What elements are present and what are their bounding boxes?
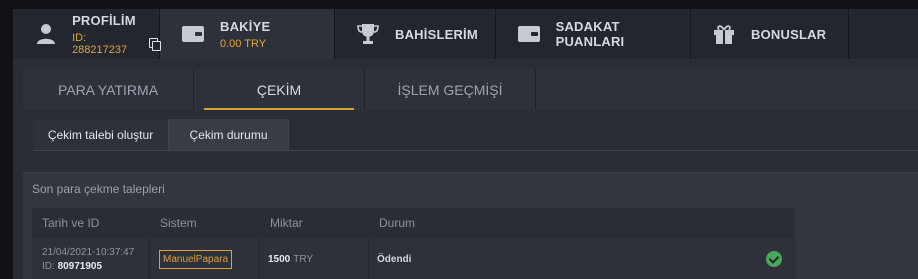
request-id-prefix: ID: [42, 260, 55, 272]
table-header: Tarih ve ID Sistem Miktar Durum [32, 208, 795, 238]
account-nav: PROFİLİM ID: 288217237 BAKİYE 0.00 TRY B… [13, 9, 918, 59]
col-system: Sistem [160, 216, 197, 230]
wallet-icon [180, 21, 206, 47]
copy-icon[interactable] [149, 38, 161, 51]
withdraw-actions: Çekim talebi oluştur Çekim durumu [33, 119, 918, 151]
bonuses-tab[interactable]: BONUSLAR [691, 9, 849, 59]
wallet-icon [516, 21, 542, 47]
col-date-id: Tarih ve ID [42, 216, 100, 230]
tab-withdraw[interactable]: ÇEKİM [194, 69, 365, 110]
trophy-icon [355, 21, 381, 47]
user-id: ID: 288217237 [72, 31, 128, 56]
col-status: Durum [379, 216, 416, 230]
withdrawal-panel: PARA YATIRMA ÇEKİM İŞLEM GEÇMİŞİ Çekim t… [13, 59, 918, 279]
tab-deposit[interactable]: PARA YATIRMA [23, 69, 194, 110]
request-currency: TRY [293, 253, 314, 265]
system-badge: ManuelPapara [159, 249, 233, 269]
profile-tab[interactable]: PROFİLİM ID: 288217237 [13, 9, 161, 59]
balance-value: 0.00 TRY [220, 37, 267, 50]
withdraw-status-button[interactable]: Çekim durumu [169, 119, 289, 150]
balance-tab[interactable]: BAKİYE 0.00 TRY [160, 9, 335, 59]
loyalty-label: SADAKAT PUANLARI [555, 19, 625, 49]
recent-requests: Son para çekme talepleri Tarih ve ID Sis… [23, 172, 918, 279]
loyalty-tab[interactable]: SADAKAT PUANLARI [496, 9, 691, 59]
col-amount: Miktar [270, 216, 303, 230]
user-icon [33, 21, 58, 47]
check-circle-icon [766, 251, 782, 267]
gift-icon [711, 21, 737, 47]
requests-table: Tarih ve ID Sistem Miktar Durum 21/04/20… [32, 208, 795, 279]
recent-requests-title: Son para çekme talepleri [32, 182, 165, 196]
request-amount: 1500 [268, 253, 291, 265]
balance-label: BAKİYE [220, 18, 271, 34]
bets-label: BAHİSLERİM [395, 26, 478, 42]
profile-label: PROFİLİM [72, 12, 136, 28]
request-id: 80971905 [57, 260, 103, 272]
table-row[interactable]: 21/04/2021-10:37:47 ID: 80971905 ManuelP… [32, 238, 795, 279]
request-date: 21/04/2021-10:37:47 [42, 246, 135, 258]
payment-tabs: PARA YATIRMA ÇEKİM İŞLEM GEÇMİŞİ [23, 69, 918, 110]
bonuses-label: BONUSLAR [751, 26, 827, 42]
bets-tab[interactable]: BAHİSLERİM [335, 9, 496, 59]
tab-history[interactable]: İŞLEM GEÇMİŞİ [365, 69, 536, 110]
create-withdraw-button[interactable]: Çekim talebi oluştur [33, 119, 169, 150]
request-status: Ödendi [377, 253, 412, 265]
